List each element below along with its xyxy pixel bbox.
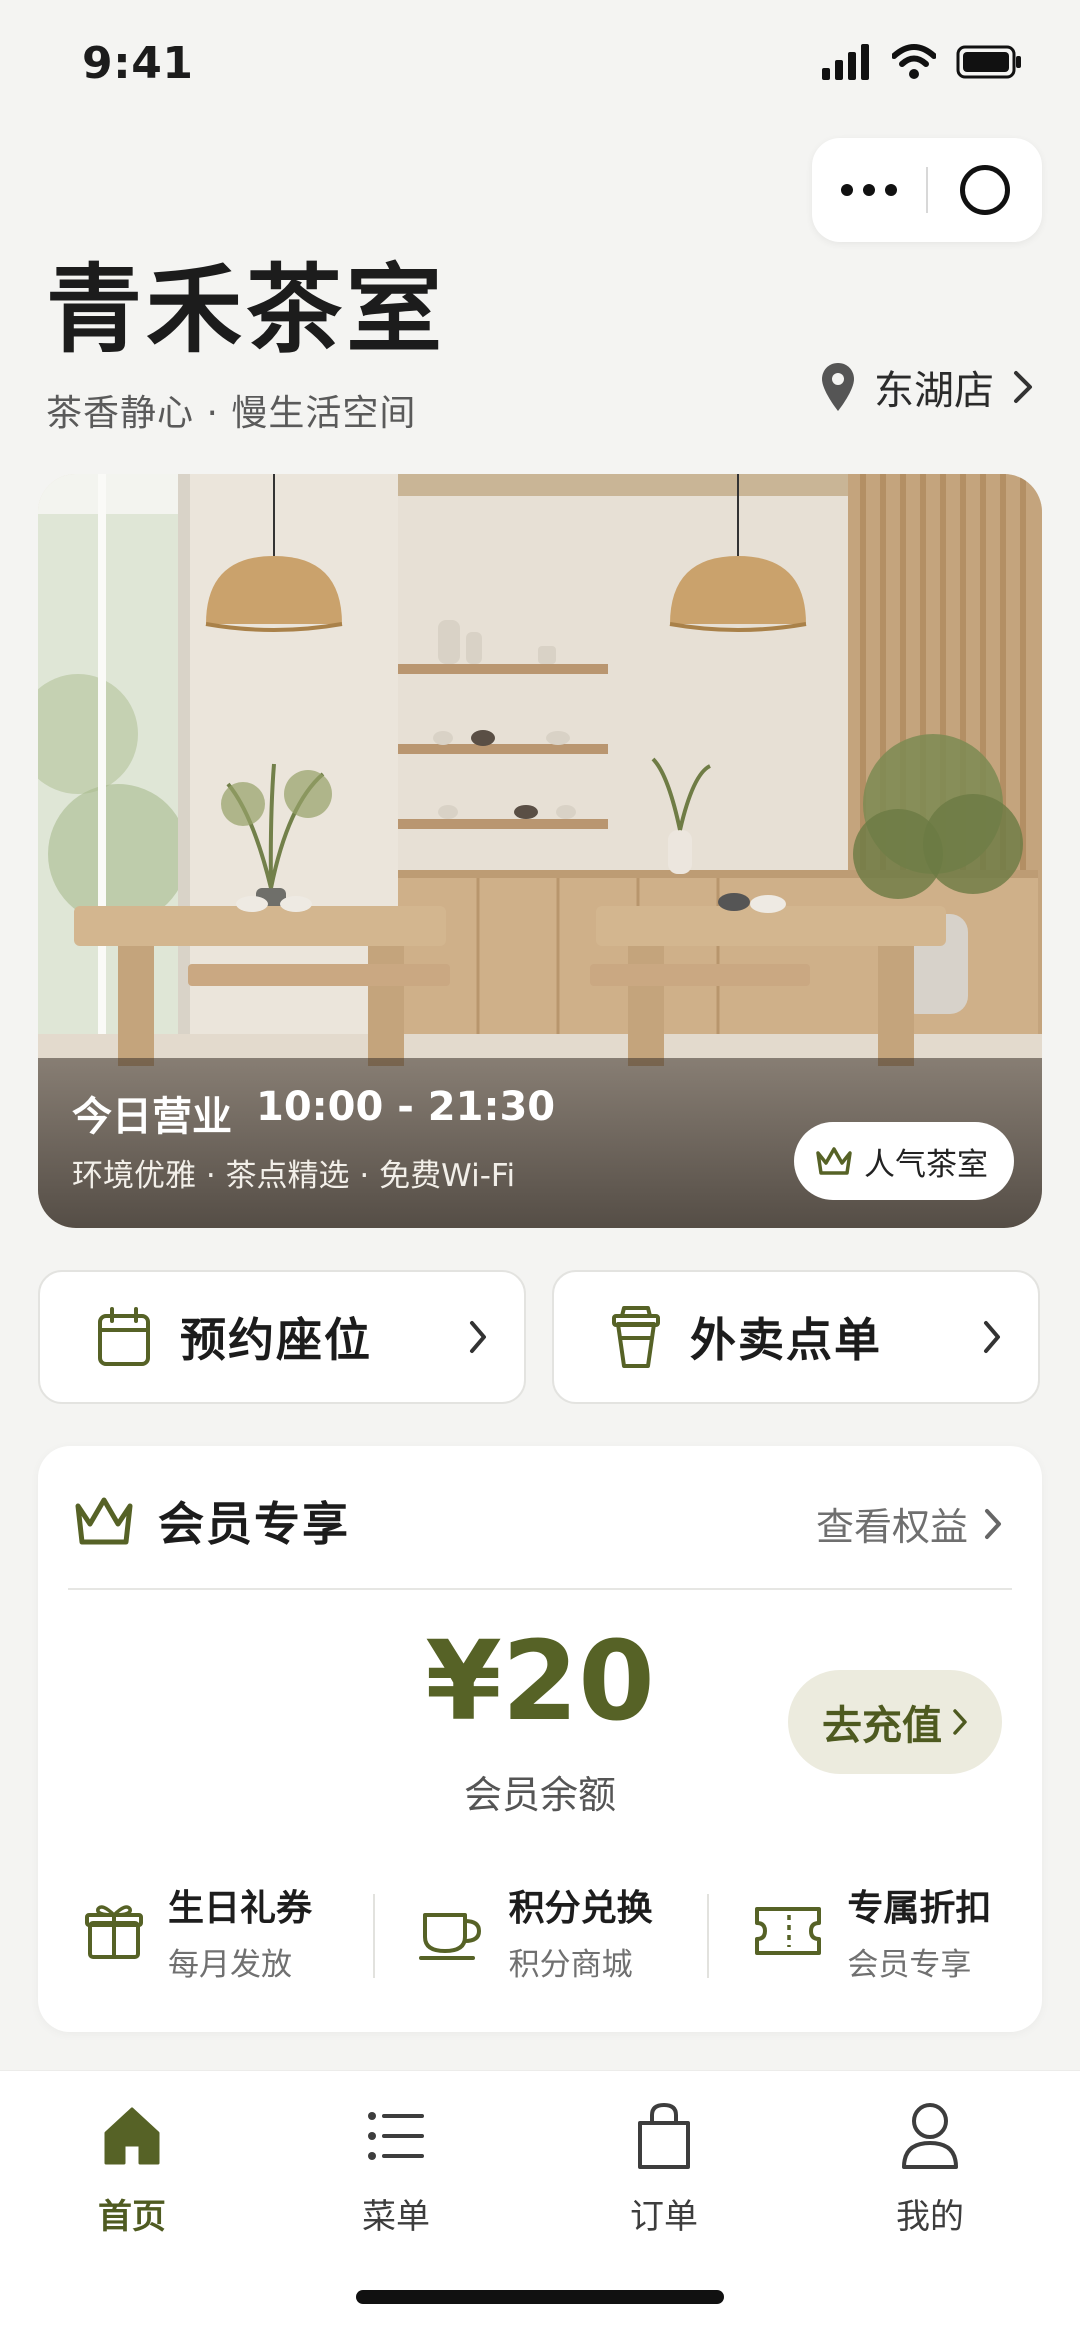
list-icon xyxy=(368,2112,424,2160)
reserve-seat-button[interactable]: 预约座位 xyxy=(38,1270,526,1404)
chevron-right-icon xyxy=(470,1321,486,1353)
tab-profile[interactable]: 我的 xyxy=(840,2095,1020,2238)
benefit-title: 生日礼券 xyxy=(168,1887,313,1929)
benefit-title: 积分兑换 xyxy=(508,1887,653,1929)
dot-icon xyxy=(885,184,897,196)
benefit-subtitle: 每月发放 xyxy=(168,1946,292,1983)
home-indicator xyxy=(356,2290,724,2304)
crown-icon xyxy=(816,1147,852,1175)
store-features: 环境优雅 · 茶点精选 · 免费Wi-Fi xyxy=(72,1158,516,1194)
more-button[interactable] xyxy=(812,184,926,196)
view-rights-label: 查看权益 xyxy=(815,1505,968,1549)
close-button[interactable] xyxy=(928,165,1042,215)
benefit-points-exchange[interactable]: 积分兑换 积分商城 xyxy=(372,1876,708,1986)
benefit-birthday-coupon[interactable]: 生日礼券 每月发放 xyxy=(38,1876,373,1986)
member-card: 会员专享 查看权益 ¥20 会员余额 去充值 生日礼券 每月发放 积分兑换 积分… xyxy=(38,1446,1042,2032)
badge-label: 人气茶室 xyxy=(864,1146,988,1183)
hours-label: 今日营业 xyxy=(72,1094,232,1140)
tab-orders[interactable]: 订单 xyxy=(574,2095,754,2238)
cup-icon xyxy=(418,1913,481,1960)
member-header: 会员专享 xyxy=(72,1488,350,1554)
tab-home[interactable]: 首页 xyxy=(42,2095,222,2238)
tab-label: 菜单 xyxy=(362,2197,430,2237)
gift-icon xyxy=(85,1905,143,1959)
chevron-right-icon xyxy=(953,1709,967,1735)
branch-selector[interactable]: 东湖店 xyxy=(820,358,1034,416)
tab-label: 我的 xyxy=(896,2197,964,2237)
divider xyxy=(68,1588,1012,1590)
crown-icon xyxy=(75,1497,133,1545)
takeaway-order-label: 外卖点单 xyxy=(690,1313,882,1367)
home-icon xyxy=(104,2107,160,2165)
store-hero-banner[interactable]: 今日营业 10:00 - 21:30 环境优雅 · 茶点精选 · 免费Wi-Fi… xyxy=(38,474,1042,1228)
tab-menu[interactable]: 菜单 xyxy=(306,2095,486,2238)
dot-icon xyxy=(841,184,853,196)
dot-icon xyxy=(863,184,875,196)
reserve-seat-label: 预约座位 xyxy=(180,1313,372,1367)
branch-name: 东湖店 xyxy=(874,368,994,414)
signal-icon xyxy=(822,44,869,80)
status-icons xyxy=(822,44,1022,80)
miniprogram-capsule xyxy=(812,138,1042,242)
member-benefits: 生日礼券 每月发放 积分兑换 积分商城 专属折扣 会员专享 xyxy=(38,1876,1042,1986)
popular-badge: 人气茶室 xyxy=(794,1122,1014,1200)
takeaway-cup-icon xyxy=(612,1306,660,1368)
close-circle-icon xyxy=(960,165,1010,215)
benefit-title: 专属折扣 xyxy=(847,1887,992,1929)
store-tagline: 茶香静心 · 慢生活空间 xyxy=(46,393,417,434)
view-rights-link[interactable]: 查看权益 xyxy=(816,1496,1002,1551)
member-title: 会员专享 xyxy=(158,1497,350,1551)
benefit-subtitle: 会员专享 xyxy=(847,1946,972,1983)
status-time: 9:41 xyxy=(82,38,194,89)
benefit-subtitle: 积分商城 xyxy=(508,1946,633,1983)
tab-label: 订单 xyxy=(630,2197,698,2237)
recharge-label: 去充值 xyxy=(822,1703,942,1749)
battery-icon xyxy=(956,45,1021,79)
location-pin-icon xyxy=(822,363,854,411)
store-name: 青禾茶室 xyxy=(46,254,446,366)
bag-icon xyxy=(638,2102,690,2169)
user-icon xyxy=(902,2103,958,2169)
chevron-right-icon xyxy=(1014,371,1032,403)
chevron-right-icon xyxy=(985,1508,1001,1539)
wifi-icon xyxy=(892,44,936,79)
takeaway-order-button[interactable]: 外卖点单 xyxy=(552,1270,1040,1404)
ticket-icon xyxy=(755,1907,822,1955)
business-hours: 今日营业 10:00 - 21:30 xyxy=(72,1084,555,1142)
calendar-icon xyxy=(98,1307,150,1366)
hours-value: 10:00 - 21:30 xyxy=(256,1084,556,1130)
tab-label: 首页 xyxy=(98,2197,166,2237)
recharge-button[interactable]: 去充值 xyxy=(788,1670,1002,1774)
benefit-exclusive-discount[interactable]: 专属折扣 会员专享 xyxy=(707,1876,1042,1986)
chevron-right-icon xyxy=(984,1321,1000,1353)
